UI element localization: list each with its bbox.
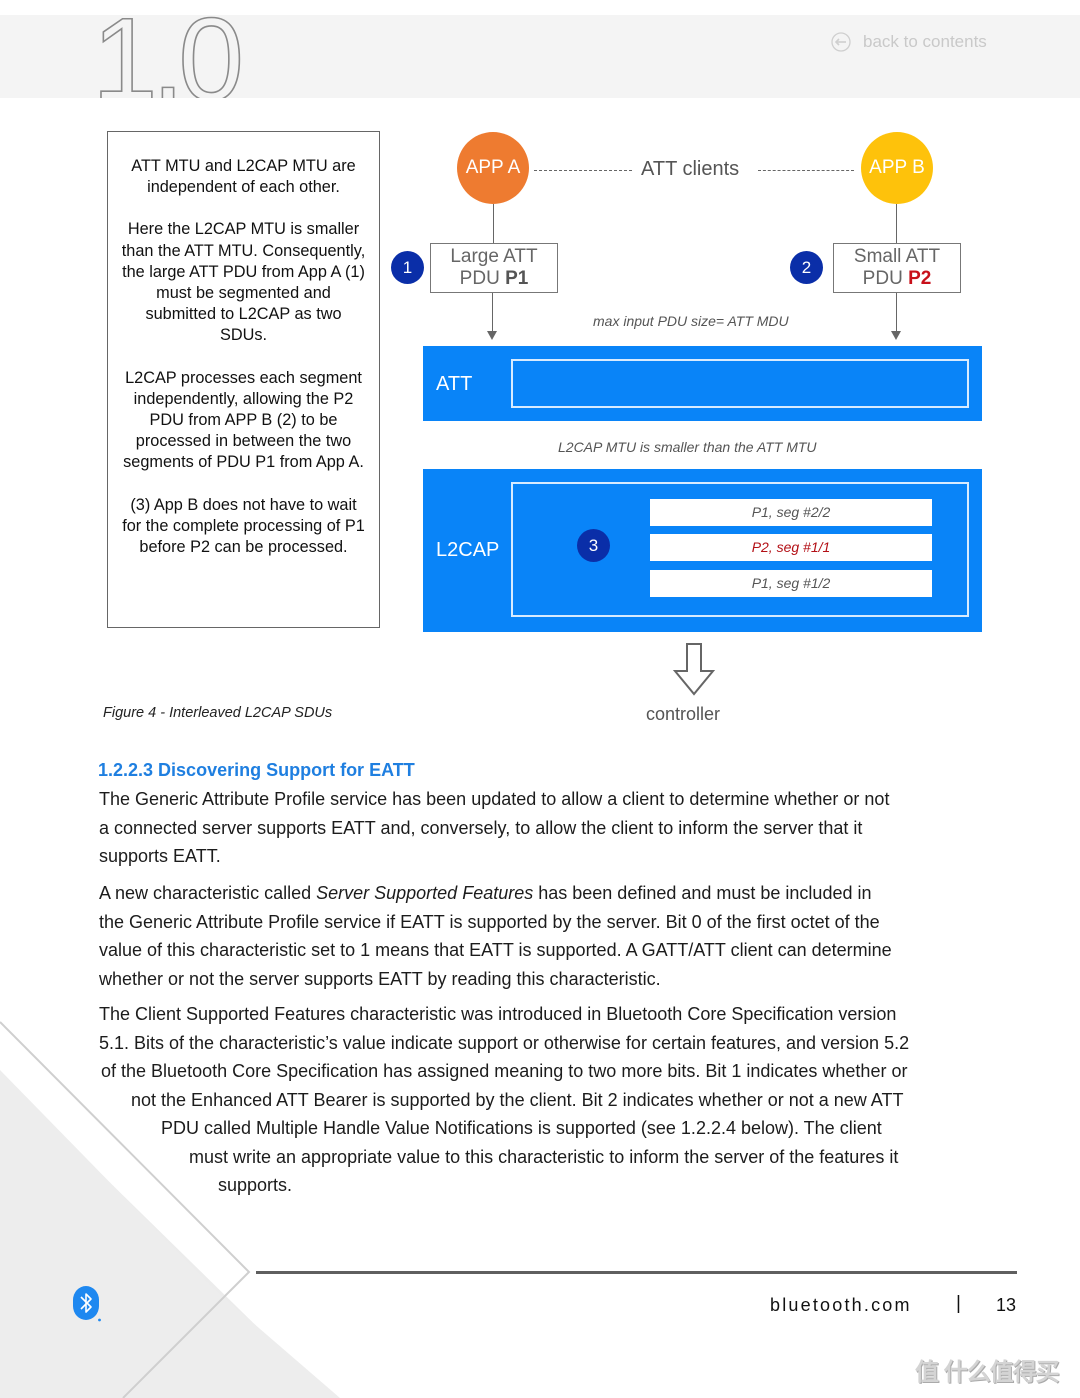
- pdu-a-line1: Large ATT: [450, 246, 538, 267]
- large-att-pdu-p1: Large ATT PDU P1: [430, 243, 558, 293]
- paragraph-line: PDU called Multiple Handle Value Notific…: [161, 1118, 882, 1138]
- max-input-note: max input PDU size= ATT MDU: [593, 313, 789, 329]
- info-paragraph: (3) App B does not have to wait for the …: [122, 495, 365, 557]
- figure-explanation-box: ATT MTU and L2CAP MTU are independent of…: [107, 131, 380, 628]
- paragraph-line: supports EATT.: [99, 846, 221, 866]
- marker-3: 3: [577, 529, 610, 562]
- back-to-contents-link[interactable]: back to contents: [831, 32, 987, 52]
- paragraph-line: not the Enhanced ATT Bearer is supported…: [131, 1089, 904, 1110]
- section-heading: 1.2.2.3 Discovering Support for EATT: [98, 760, 415, 780]
- segment-p1-1of2: P1, seg #1/2: [650, 570, 932, 597]
- header-band: 1.0: [0, 15, 1080, 98]
- paragraph-line: 5.1. Bits of the characteristic’s value …: [99, 1032, 910, 1053]
- att-buffer-frame: [511, 359, 969, 408]
- pdu-a-line2: PDU P1: [431, 268, 557, 290]
- characteristic-name: Server Supported Features: [316, 883, 534, 903]
- info-paragraph: ATT MTU and L2CAP MTU are independent of…: [131, 157, 356, 197]
- pdu-b-line1: Small ATT: [853, 246, 941, 267]
- paragraph-line: of the Bluetooth Core Specification has …: [101, 1061, 908, 1081]
- pdu-a-prefix: PDU: [459, 268, 506, 289]
- controller-label: controller: [646, 704, 721, 724]
- paragraph-line: whether or not the server supports EATT …: [99, 968, 661, 989]
- info-paragraph: L2CAP processes each segment independent…: [123, 368, 364, 472]
- app-a-label: APP A: [465, 157, 521, 178]
- arrow-head-down: [891, 331, 901, 340]
- pdu-a-id: P1: [505, 268, 529, 289]
- paragraph-1: The Generic Attribute Profile service ha…: [99, 785, 889, 871]
- paragraph-2: A new characteristic called Server Suppo…: [99, 879, 892, 993]
- connector-app-a-pdu: [493, 204, 494, 243]
- pdu-b-prefix: PDU: [862, 268, 909, 289]
- down-arrow-to-controller-icon: [672, 643, 716, 696]
- paragraph-line: The Generic Attribute Profile service ha…: [99, 789, 890, 809]
- chapter-number: 1.0: [91, 15, 245, 98]
- dashed-connector-left: [534, 170, 632, 171]
- paragraph-line: A new characteristic called Server Suppo…: [99, 879, 892, 908]
- paragraph-line: value of this characteristic set to 1 me…: [99, 940, 892, 960]
- arrow-left-circle-icon: [831, 32, 851, 52]
- app-b-label: APP B: [869, 157, 925, 178]
- segment-p2-1of1: P2, seg #1/1: [650, 534, 932, 561]
- text-run: has been defined and must be included in: [533, 883, 872, 903]
- paragraph-line: the Generic Attribute Profile service if…: [99, 911, 880, 932]
- footer-divider: [256, 1271, 1017, 1274]
- att-layer-label: ATT: [436, 373, 473, 395]
- text-run: A new characteristic called: [99, 883, 317, 903]
- watermark: 值 什么值得买: [915, 1359, 1060, 1386]
- pdu-b-id: P2: [908, 268, 932, 289]
- paragraph-line: supports.: [218, 1175, 293, 1195]
- footer-site-link[interactable]: bluetooth.com: [770, 1295, 912, 1316]
- page-number: 13: [996, 1295, 1017, 1315]
- bluetooth-logo-icon: [73, 1286, 101, 1322]
- app-a-node: APP A: [457, 132, 529, 204]
- paragraph-3: The Client Supported Features characteri…: [99, 1000, 909, 1200]
- mtu-note: L2CAP MTU is smaller than the ATT MTU: [558, 439, 817, 455]
- back-link-label: back to contents: [863, 32, 987, 51]
- info-paragraph: Here the L2CAP MTU is smaller than the A…: [121, 220, 366, 345]
- paragraph-line: must write an appropriate value to this …: [189, 1146, 899, 1167]
- marker-2: 2: [790, 251, 823, 284]
- arrow-head-down: [487, 331, 497, 340]
- connector-app-b-pdu: [896, 204, 897, 243]
- paragraph-line: The Client Supported Features characteri…: [99, 1004, 897, 1024]
- dashed-connector-right: [758, 170, 854, 171]
- marker-1: 1: [391, 251, 424, 284]
- footer-separator: |: [956, 1293, 961, 1314]
- small-att-pdu-p2: Small ATT PDU P2: [833, 243, 961, 293]
- paragraph-line: a connected server supports EATT and, co…: [99, 817, 863, 838]
- figure-caption: Figure 4 - Interleaved L2CAP SDUs: [103, 705, 333, 721]
- segment-p1-2of2: P1, seg #2/2: [650, 499, 932, 526]
- att-clients-label: ATT clients: [641, 158, 740, 180]
- att-layer: ATT: [423, 346, 982, 421]
- arrow-pdu-a-to-att: [492, 293, 493, 331]
- l2cap-layer-label: L2CAP: [436, 539, 500, 561]
- arrow-pdu-b-to-att: [896, 293, 897, 331]
- app-b-node: APP B: [861, 132, 933, 204]
- pdu-b-line2: PDU P2: [834, 268, 960, 290]
